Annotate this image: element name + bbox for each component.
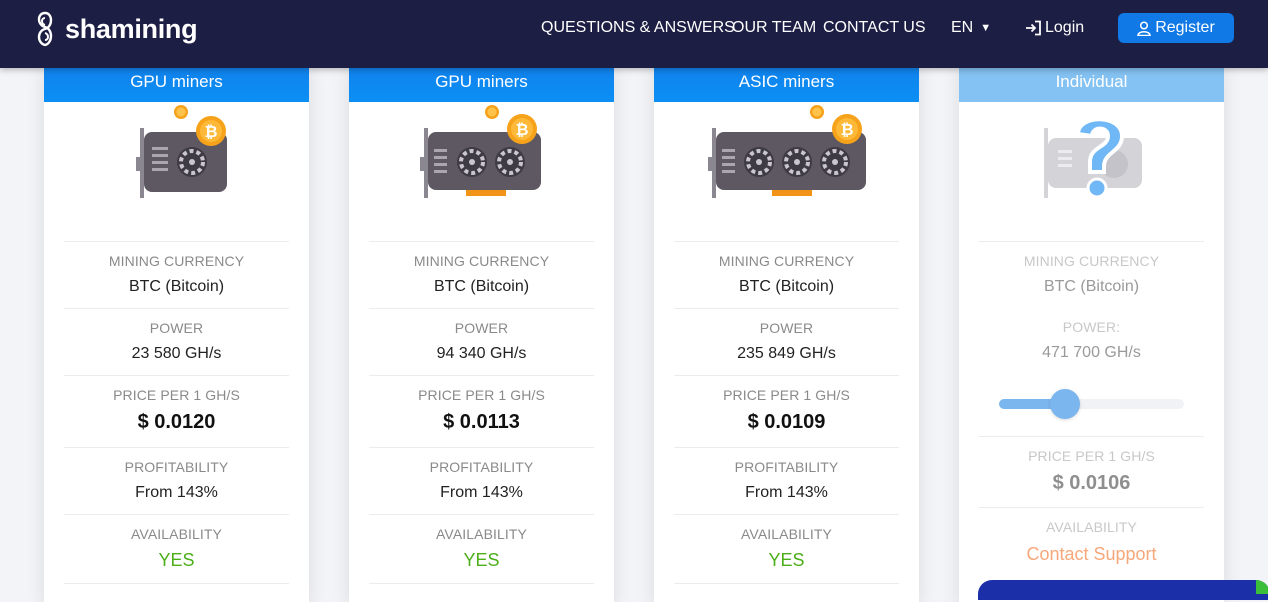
- svg-text:₿: ₿: [204, 123, 217, 141]
- mining-currency-row: MINING CURRENCY BTC (Bitcoin): [64, 241, 289, 308]
- price-value: $ 0.0106: [1052, 472, 1131, 494]
- language-selector[interactable]: EN ▼: [951, 0, 991, 56]
- power-row: POWER 23 580 GH/s: [64, 308, 289, 375]
- power-label: POWER: [149, 320, 204, 336]
- price-label: PRICE PER 1 GH/S: [418, 387, 545, 403]
- card-title: GPU miners: [44, 62, 309, 102]
- price-row: PRICE PER 1 GH/S $ 0.0113: [369, 375, 594, 447]
- plan-card-individual: Individual MINING CURRENCY BTC (Bitcoin)…: [959, 62, 1224, 602]
- site-logo[interactable]: shamining: [33, 10, 198, 48]
- card-title: Individual: [959, 62, 1224, 102]
- availability-label: AVAILABILITY: [131, 526, 222, 542]
- mining-currency-row: MINING CURRENCY BTC (Bitcoin): [674, 241, 899, 308]
- nav-questions-answers[interactable]: QUESTIONS & ANSWERS: [541, 19, 735, 37]
- mining-currency-row: MINING CURRENCY BTC (Bitcoin): [369, 241, 594, 308]
- mining-currency-label: MINING CURRENCY: [413, 253, 550, 269]
- login-label: Login: [1045, 19, 1085, 36]
- sign-in-icon: [1026, 20, 1041, 36]
- power-slider[interactable]: [999, 389, 1184, 419]
- power-value: 23 580 GH/s: [131, 345, 222, 362]
- gpu-miner-image: ₿: [349, 102, 614, 240]
- price-row: PRICE PER 1 GH/S $ 0.0109: [674, 375, 899, 447]
- login-link[interactable]: Login: [1025, 0, 1084, 56]
- power-value: 471 700 GH/s: [1042, 344, 1141, 361]
- plan-card-gpu-1: GPU miners ₿ MINING CURRENCY BTC (Bitcoi…: [44, 62, 309, 602]
- availability-value: YES: [158, 550, 195, 570]
- availability-row: AVAILABILITY YES: [64, 514, 289, 585]
- price-label: PRICE PER 1 GH/S: [723, 387, 850, 403]
- plan-card-gpu-2: GPU miners ₿ MINING CURRENCY BTC (Bitcoi…: [349, 62, 614, 602]
- caret-down-icon: ▼: [980, 22, 992, 34]
- language-value: EN: [951, 19, 974, 36]
- register-button[interactable]: Register: [1118, 13, 1234, 43]
- availability-label: AVAILABILITY: [1046, 519, 1137, 535]
- svg-text:₿: ₿: [515, 121, 528, 139]
- logo-text: shamining: [65, 13, 198, 44]
- individual-miner-image: [959, 102, 1224, 240]
- availability-row: AVAILABILITY YES: [369, 514, 594, 585]
- power-value: 94 340 GH/s: [436, 345, 527, 362]
- availability-label: AVAILABILITY: [436, 526, 527, 542]
- asic-card-icon: ₿: [707, 105, 866, 198]
- mining-currency-label: MINING CURRENCY: [1023, 253, 1160, 269]
- profitability-label: PROFITABILITY: [734, 459, 839, 475]
- power-value: 235 849 GH/s: [737, 345, 836, 362]
- mining-currency-label: MINING CURRENCY: [108, 253, 245, 269]
- profitability-value: From 143%: [135, 484, 218, 501]
- price-row: PRICE PER 1 GH/S $ 0.0120: [64, 375, 289, 447]
- profitability-label: PROFITABILITY: [429, 459, 534, 475]
- asic-miner-image: ₿: [654, 102, 919, 240]
- power-label: POWER: [759, 320, 814, 336]
- profitability-row: PROFITABILITY From 143%: [64, 447, 289, 514]
- price-value: $ 0.0109: [747, 411, 826, 433]
- profitability-value: From 143%: [440, 484, 523, 501]
- profitability-row: PROFITABILITY From 143%: [369, 447, 594, 514]
- price-value: $ 0.0113: [443, 411, 520, 433]
- power-label: POWER: [454, 320, 509, 336]
- chat-online-indicator: [1256, 580, 1268, 594]
- card-title: ASIC miners: [654, 62, 919, 102]
- price-value: $ 0.0120: [137, 411, 216, 433]
- logo-icon: [37, 11, 53, 47]
- gpu-card-icon: ₿: [135, 105, 227, 198]
- mining-currency-value: BTC (Bitcoin): [128, 278, 225, 295]
- svg-text:₿: ₿: [840, 121, 853, 139]
- price-row: PRICE PER 1 GH/S $ 0.0106: [979, 436, 1204, 508]
- gpu-card-icon: ₿: [420, 105, 541, 198]
- mining-currency-row: MINING CURRENCY BTC (Bitcoin): [979, 241, 1204, 308]
- price-label: PRICE PER 1 GH/S: [113, 387, 240, 403]
- top-navbar: shamining QUESTIONS & ANSWERS OUR TEAM C…: [0, 0, 1268, 68]
- card-title: GPU miners: [349, 62, 614, 102]
- register-label: Register: [1155, 19, 1215, 36]
- card-divider: [64, 583, 289, 594]
- nav-our-team[interactable]: OUR TEAM: [732, 19, 816, 37]
- profitability-value: From 143%: [745, 484, 828, 501]
- question-mark-icon: [1043, 117, 1142, 199]
- power-row: POWER 94 340 GH/s: [369, 308, 594, 375]
- mining-currency-value: BTC (Bitcoin): [1043, 278, 1140, 295]
- power-row: POWER: 471 700 GH/s: [979, 308, 1204, 436]
- profitability-label: PROFITABILITY: [124, 459, 229, 475]
- availability-row: AVAILABILITY YES: [674, 514, 899, 585]
- slider-handle[interactable]: [1049, 389, 1080, 419]
- plan-card-asic: ASIC miners ₿ MINING CURRENCY BTC (Bitco…: [654, 62, 919, 602]
- card-divider: [674, 583, 899, 594]
- power-label: POWER:: [1062, 319, 1121, 335]
- power-row: POWER 235 849 GH/s: [674, 308, 899, 375]
- mining-currency-value: BTC (Bitcoin): [738, 278, 835, 295]
- availability-value: YES: [768, 550, 805, 570]
- availability-label: AVAILABILITY: [741, 526, 832, 542]
- card-divider: [369, 583, 594, 594]
- contact-support-link[interactable]: Contact Support: [979, 544, 1204, 565]
- chat-widget[interactable]: [978, 580, 1268, 600]
- price-label: PRICE PER 1 GH/S: [1028, 448, 1155, 464]
- gpu-miner-image: ₿: [44, 102, 309, 240]
- mining-currency-value: BTC (Bitcoin): [433, 278, 530, 295]
- availability-value: YES: [463, 550, 500, 570]
- nav-contact-us[interactable]: CONTACT US: [823, 19, 926, 37]
- user-icon: [1137, 20, 1151, 36]
- mining-currency-label: MINING CURRENCY: [718, 253, 855, 269]
- profitability-row: PROFITABILITY From 143%: [674, 447, 899, 514]
